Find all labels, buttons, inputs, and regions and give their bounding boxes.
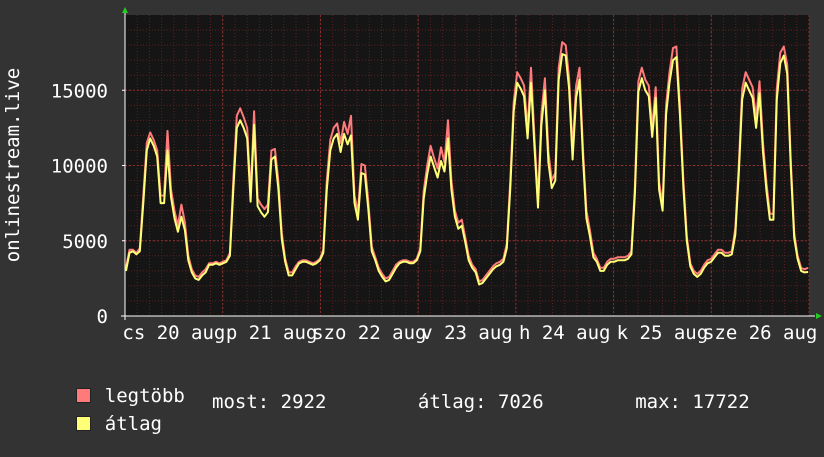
y-axis-label: onlinestream.live [2, 68, 24, 262]
legend-stats: most: 2922 átlag: 7026 max: 17722 [212, 391, 750, 413]
legend-label-avg: átlag [104, 413, 162, 435]
x-tick-label: k 25 aug [617, 322, 709, 344]
y-tick-label: 10000 [51, 156, 108, 178]
chart: 0 5000 10000 15000 cs 20 aug p 21 aug szo 22 a… [0, 0, 824, 435]
x-tick-label: cs 20 aug [122, 322, 225, 344]
x-tick-label: v 23 aug [421, 322, 513, 344]
y-tick-label: 15000 [51, 80, 108, 102]
x-tick-label: h 24 aug [519, 322, 611, 344]
x-tick-label: sze 26 aug [703, 322, 817, 344]
x-axis-arrow [816, 313, 822, 319]
y-axis-arrow [122, 7, 128, 13]
x-tick-label: p 21 aug [226, 322, 318, 344]
y-tick-label: 0 [97, 306, 108, 328]
x-tick-label: szo 22 aug [312, 322, 426, 344]
legend-swatch-avg [75, 416, 91, 431]
legend-row-avg: átlag most: 2922 átlag: 7026 max: 17722 [30, 391, 750, 457]
y-tick-label: 5000 [62, 231, 108, 253]
